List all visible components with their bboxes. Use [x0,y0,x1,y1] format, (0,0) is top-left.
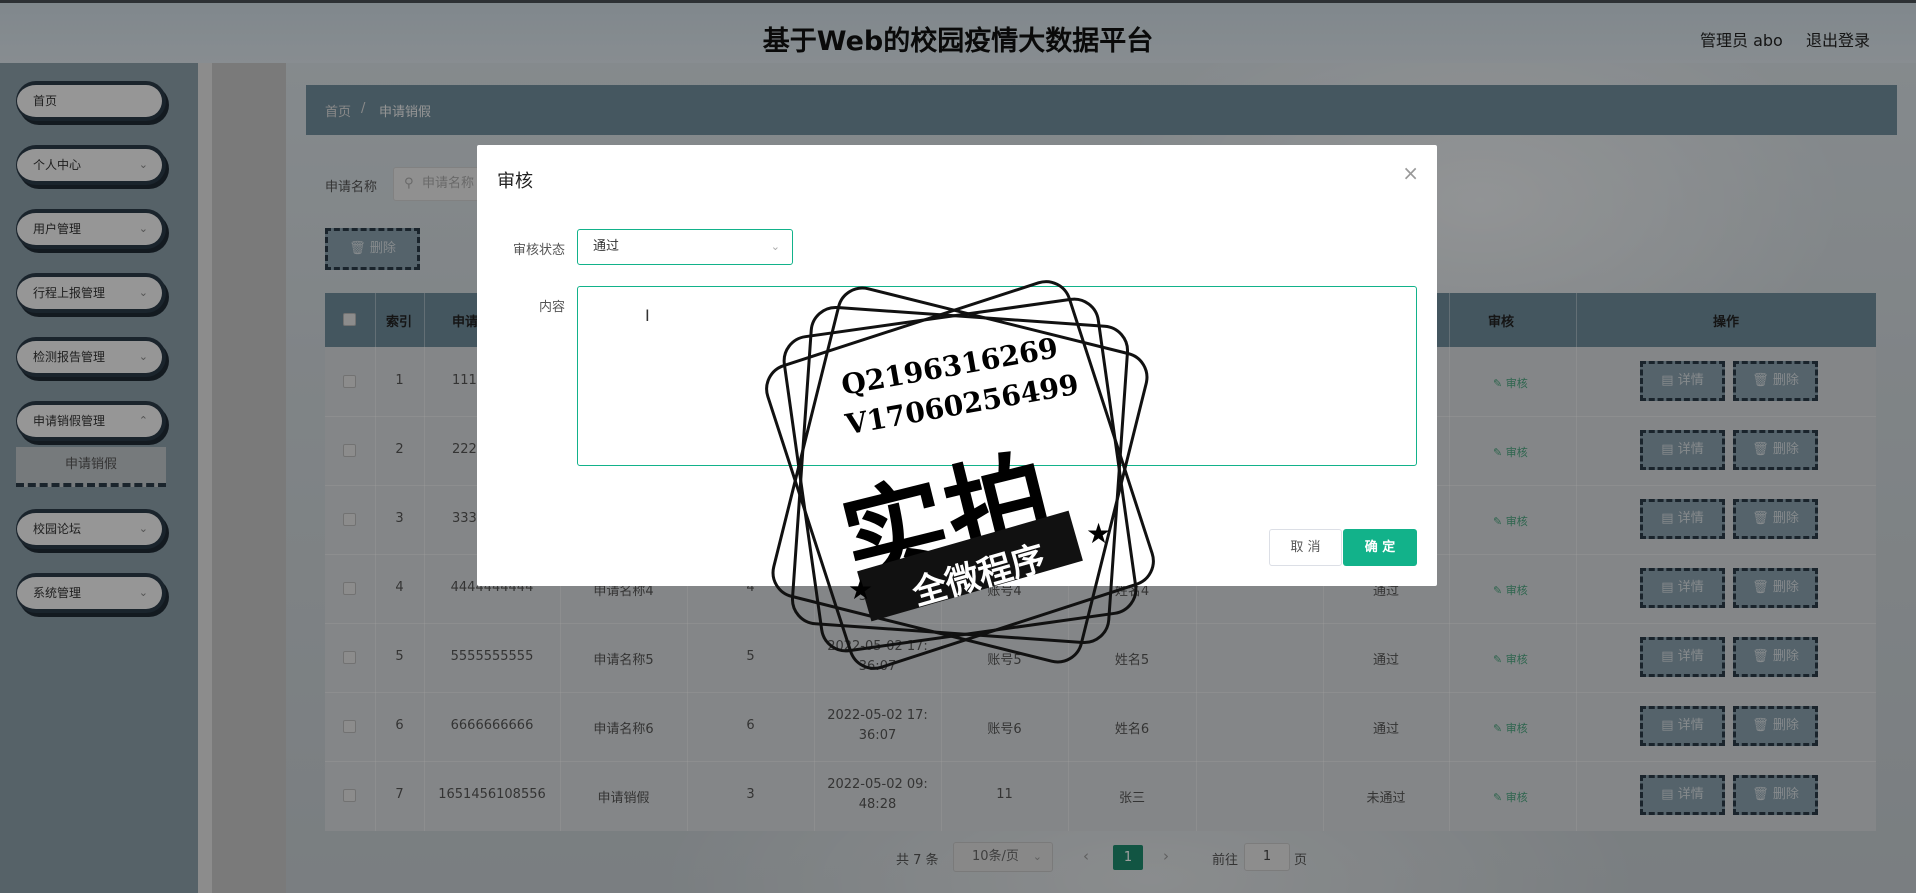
watermark-stamp: Q2196316269 V17060256499 实拍 全微程序 ★ ★ [740,255,1180,695]
dialog-title: 审核 [497,171,533,192]
star-icon: ★ [848,573,874,606]
content-label: 内容 [538,300,565,315]
close-icon[interactable]: × [1402,161,1419,185]
status-label: 审核状态 [512,243,565,258]
cancel-button[interactable]: 取 消 [1269,529,1342,566]
confirm-button[interactable]: 确 定 [1343,529,1417,566]
text-cursor-icon: I [645,306,650,325]
star-icon: ★ [1086,517,1112,550]
